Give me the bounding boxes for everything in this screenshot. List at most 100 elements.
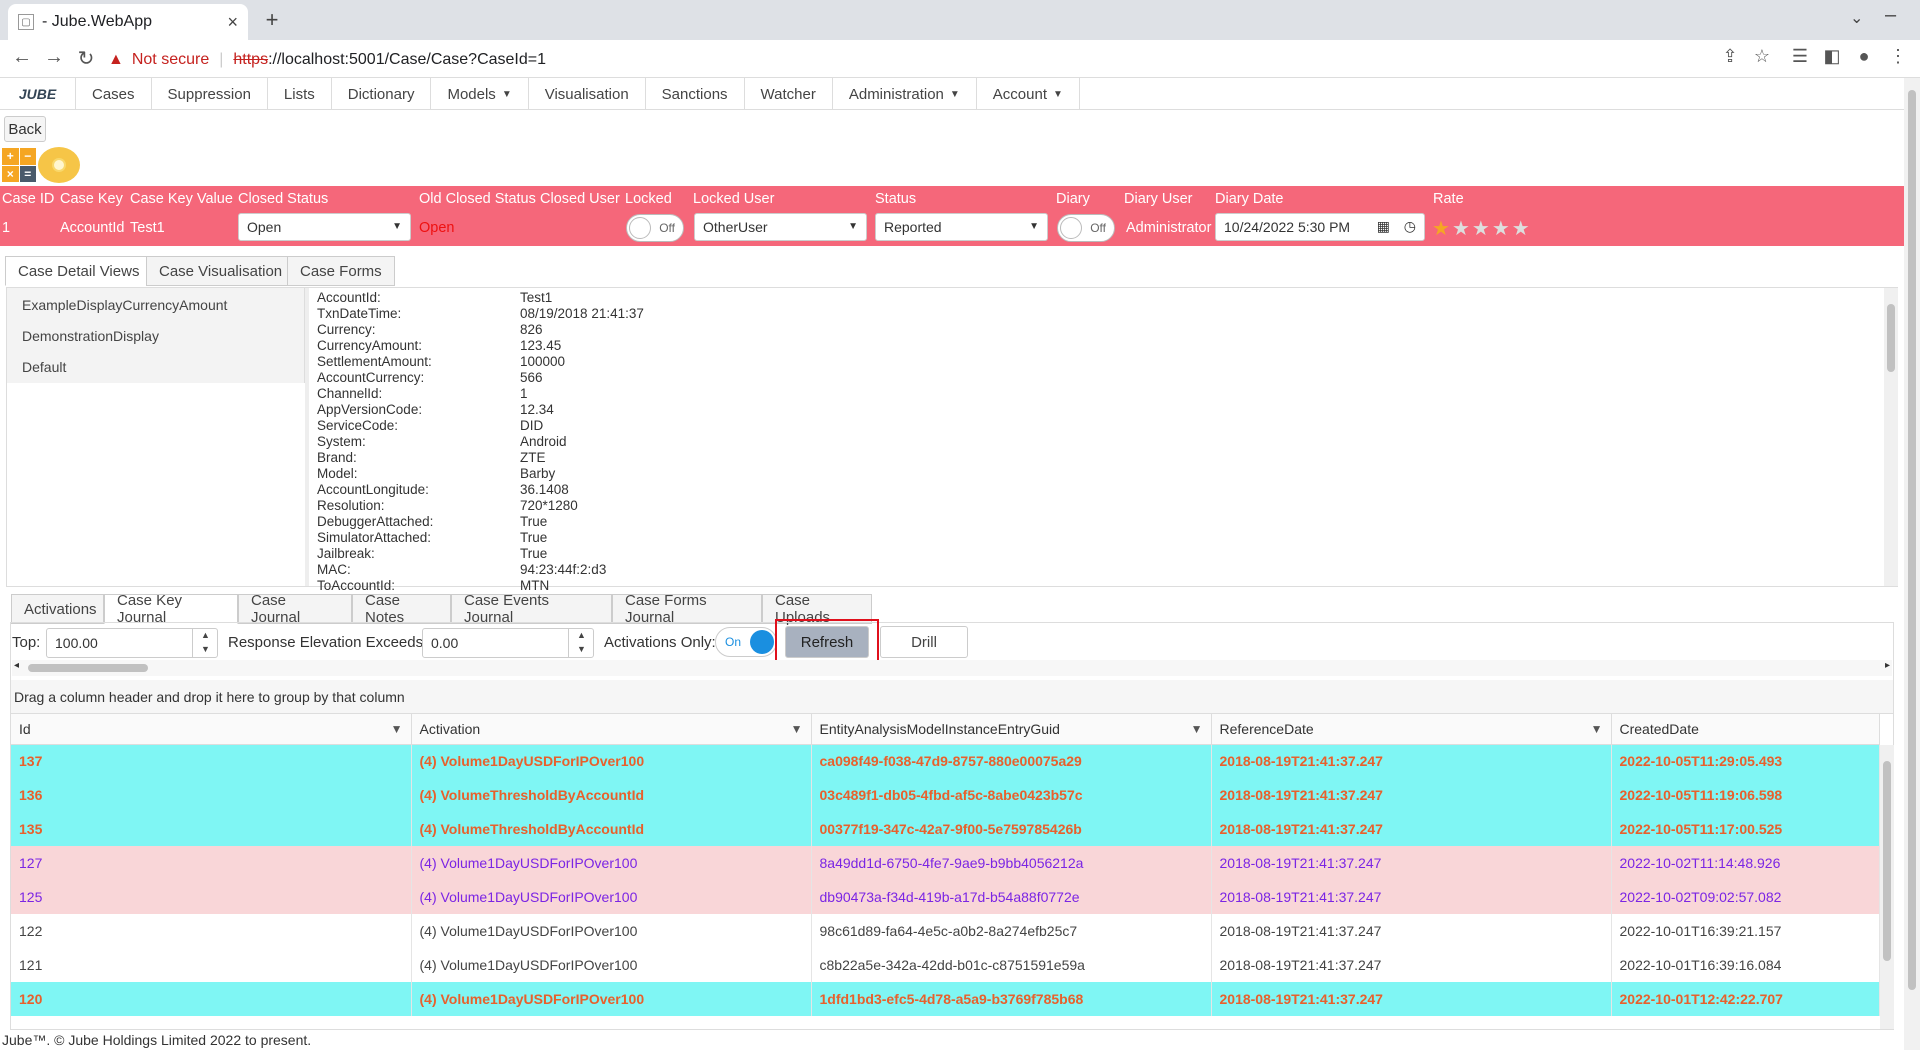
- diary-date-label: Diary Date: [1215, 191, 1284, 207]
- field-label: Brand:: [317, 450, 357, 465]
- column-title: Id: [19, 720, 31, 737]
- drill-button[interactable]: Drill: [880, 626, 968, 658]
- column-title: Activation: [419, 720, 481, 737]
- table-row[interactable]: 122 (4) Volume1DayUSDForIPOver100 98c61d89…: [11, 914, 1880, 948]
- jube-logo[interactable]: JUBE: [0, 78, 76, 110]
- reading-list-icon[interactable]: ☰: [1788, 46, 1812, 67]
- menu-sanctions[interactable]: Sanctions: [646, 78, 745, 110]
- table-row[interactable]: 127 (4) Volume1DayUSDForIPOver100 8a49dd1d…: [11, 846, 1880, 880]
- journal-tab[interactable]: Case Key Journal: [104, 592, 238, 626]
- menu-administration[interactable]: Administration ▼: [833, 78, 977, 110]
- tab-case-detail-views[interactable]: Case Detail Views: [5, 256, 153, 286]
- menu-watcher[interactable]: Watcher: [745, 78, 833, 110]
- detail-scrollbar[interactable]: [1884, 288, 1898, 586]
- grid-vertical-scrollbar[interactable]: [1880, 745, 1894, 1029]
- filter-icon[interactable]: ▼: [1191, 722, 1203, 736]
- field-label: AccountId:: [317, 290, 381, 305]
- menu-label: Models: [447, 85, 496, 103]
- tab-search-icon[interactable]: ⌄: [1850, 8, 1863, 28]
- menu-cases[interactable]: Cases: [76, 78, 152, 110]
- group-drop-zone[interactable]: Drag a column header and drop it here to…: [11, 680, 1893, 714]
- menu-suppression[interactable]: Suppression: [152, 78, 268, 110]
- share-icon[interactable]: ⇪: [1718, 46, 1742, 67]
- star-icon[interactable]: ★: [1512, 218, 1532, 240]
- star-icon[interactable]: ★: [1452, 218, 1472, 240]
- table-row[interactable]: 137 (4) Volume1DayUSDForIPOver100 ca098f49…: [11, 744, 1880, 778]
- table-row[interactable]: 120 (4) Volume1DayUSDForIPOver100 1dfd1bd3…: [11, 982, 1880, 1016]
- view-item-example-display[interactable]: ExampleDisplayCurrencyAmount: [22, 297, 227, 313]
- table-row[interactable]: 136 (4) VolumeThresholdByAccountId 03c489f…: [11, 778, 1880, 812]
- window-minimize-icon[interactable]: –: [1885, 4, 1896, 27]
- locked-toggle[interactable]: Off: [626, 214, 684, 242]
- panel-splitter[interactable]: [305, 288, 309, 586]
- filter-icon[interactable]: ▼: [391, 722, 403, 736]
- menu-account[interactable]: Account ▼: [977, 78, 1080, 110]
- filter-icon[interactable]: ▼: [791, 722, 803, 736]
- diary-date-picker[interactable]: 10/24/2022 5:30 PM ▦ ◷: [1215, 213, 1425, 241]
- back-arrow-icon[interactable]: ←: [10, 46, 34, 69]
- chevron-down-icon: ▼: [392, 221, 402, 232]
- table-cell: 2022-10-05T11:17:00.525: [1611, 812, 1880, 846]
- column-header-created-date[interactable]: CreatedDate: [1611, 714, 1880, 745]
- table-cell: db90473a-f34d-419b-a17d-b54a88f0772e: [811, 880, 1212, 914]
- field-value: 566: [520, 370, 543, 385]
- scroll-left-icon[interactable]: ◂: [14, 660, 19, 671]
- reload-icon[interactable]: ↻: [74, 46, 98, 71]
- chevron-down-icon: ▼: [1029, 221, 1039, 232]
- calc-times: ×: [2, 165, 19, 182]
- coin-icon[interactable]: [38, 147, 80, 183]
- activations-only-toggle[interactable]: On: [715, 627, 777, 657]
- journal-tab[interactable]: Case Journal: [238, 592, 352, 626]
- menu-visualisation[interactable]: Visualisation: [529, 78, 646, 110]
- table-row[interactable]: 121 (4) Volume1DayUSDForIPOver100 c8b22a5e…: [11, 948, 1880, 982]
- journal-tab[interactable]: Case Notes: [352, 592, 451, 626]
- view-item-demonstration[interactable]: DemonstrationDisplay: [22, 328, 159, 344]
- column-header-guid[interactable]: EntityAnalysisModelInstanceEntryGuid ▼: [811, 714, 1212, 745]
- response-elevation-stepper[interactable]: ▲ ▼: [568, 628, 594, 658]
- scroll-right-icon[interactable]: ▸: [1885, 660, 1890, 671]
- new-tab-button[interactable]: +: [258, 6, 286, 34]
- browser-tab[interactable]: ▢ - Jube.WebApp ×: [8, 4, 248, 40]
- view-item-default[interactable]: Default: [22, 359, 66, 375]
- field-label: SimulatorAttached:: [317, 530, 432, 545]
- column-header-activation[interactable]: Activation ▼: [411, 714, 812, 745]
- profile-avatar-icon[interactable]: ●: [1852, 46, 1876, 67]
- page-scrollbar[interactable]: [1904, 78, 1920, 1050]
- diary-toggle[interactable]: Off: [1057, 214, 1115, 242]
- back-button[interactable]: Back: [4, 116, 46, 142]
- bookmark-star-icon[interactable]: ☆: [1750, 46, 1774, 67]
- rating-stars[interactable]: ★★★★★: [1432, 216, 1532, 241]
- table-cell: 03c489f1-db05-4fbd-af5c-8abe0423b57c: [811, 778, 1212, 812]
- star-icon[interactable]: ★: [1432, 218, 1452, 240]
- status-dropdown[interactable]: Reported ▼: [875, 213, 1048, 241]
- calculator-icon[interactable]: + − × =: [2, 148, 36, 182]
- journal-tab[interactable]: Case Events Journal: [451, 592, 612, 626]
- clock-icon[interactable]: ◷: [1404, 218, 1416, 235]
- filter-icon[interactable]: ▼: [1591, 722, 1603, 736]
- table-row[interactable]: 125 (4) Volume1DayUSDForIPOver100 db90473a…: [11, 880, 1880, 914]
- star-icon[interactable]: ★: [1472, 218, 1492, 240]
- column-header-reference-date[interactable]: ReferenceDate ▼: [1211, 714, 1612, 745]
- tab-case-forms[interactable]: Case Forms: [287, 256, 395, 286]
- field-value: True: [520, 530, 548, 545]
- column-header-id[interactable]: Id ▼: [11, 714, 412, 745]
- journal-tab[interactable]: Case Forms Journal: [612, 592, 762, 626]
- locked-user-dropdown[interactable]: OtherUser ▼: [694, 213, 867, 241]
- forward-arrow-icon[interactable]: →: [42, 46, 66, 69]
- top-stepper[interactable]: ▲ ▼: [192, 628, 218, 658]
- closed-status-dropdown[interactable]: Open ▼: [238, 213, 411, 241]
- calendar-icon[interactable]: ▦: [1377, 218, 1390, 235]
- url-field[interactable]: ▲ Not secure | https ://localhost:5001/C…: [108, 44, 1748, 76]
- table-row[interactable]: 135 (4) VolumeThresholdByAccountId 00377f1…: [11, 812, 1880, 846]
- browser-menu-icon[interactable]: ⋮: [1886, 46, 1910, 67]
- menu-dictionary[interactable]: Dictionary: [332, 78, 432, 110]
- field-value: ZTE: [520, 450, 546, 465]
- close-tab-icon[interactable]: ×: [227, 12, 238, 33]
- menu-lists[interactable]: Lists: [268, 78, 332, 110]
- journal-tab[interactable]: Activations: [11, 594, 104, 624]
- menu-models[interactable]: Models ▼: [431, 78, 529, 110]
- side-panel-icon[interactable]: ◧: [1820, 46, 1844, 67]
- tab-case-visualisation[interactable]: Case Visualisation: [146, 256, 296, 286]
- star-icon[interactable]: ★: [1492, 218, 1512, 240]
- grid-horizontal-scrollbar[interactable]: ◂ ▸: [12, 660, 1892, 676]
